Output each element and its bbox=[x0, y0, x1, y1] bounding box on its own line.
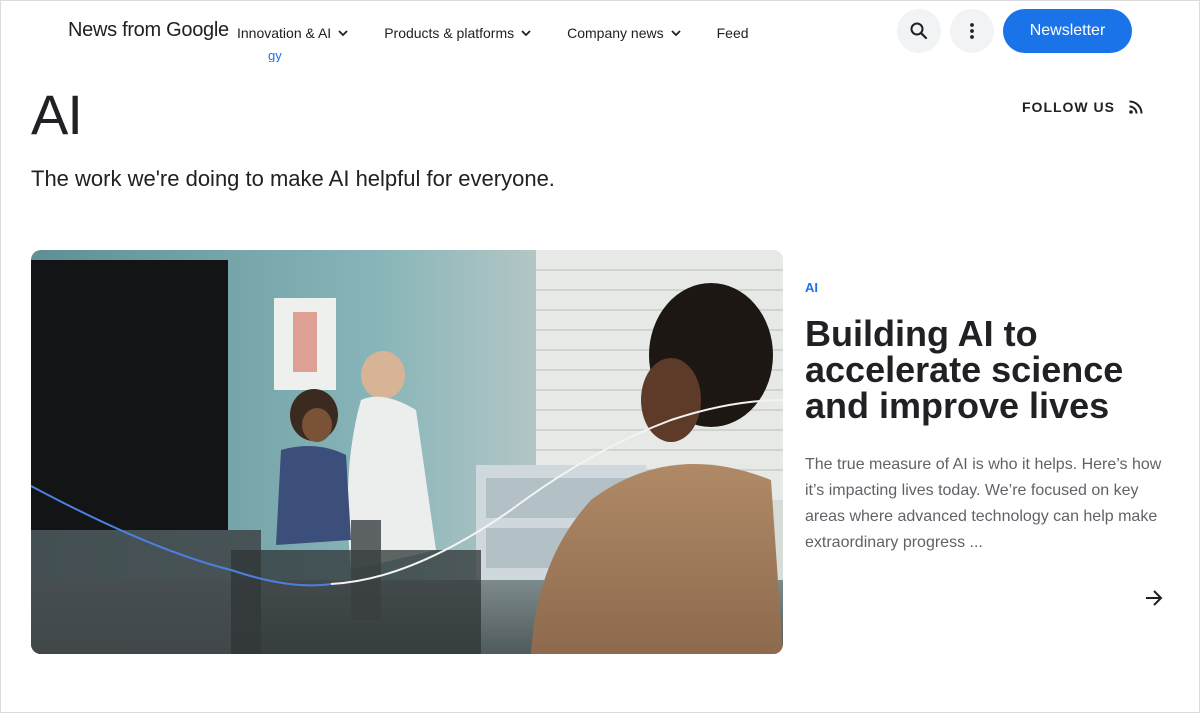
nav-feed[interactable]: Feed bbox=[717, 23, 749, 43]
page-title: AI bbox=[31, 83, 83, 146]
nav-innovation-ai[interactable]: Innovation & AI bbox=[237, 23, 349, 43]
more-options-button[interactable] bbox=[950, 9, 994, 53]
search-icon bbox=[910, 22, 928, 40]
nav-label: Innovation & AI bbox=[237, 25, 332, 41]
more-vertical-icon bbox=[970, 23, 974, 39]
breadcrumb[interactable]: gy bbox=[268, 48, 282, 62]
follow-us-link[interactable]: FOLLOW US bbox=[1022, 99, 1144, 115]
story-summary: The true measure of AI is who it helps. … bbox=[805, 456, 1162, 551]
search-button[interactable] bbox=[897, 9, 941, 53]
chevron-down-icon bbox=[338, 30, 348, 37]
clinic-scene-illustration bbox=[31, 250, 783, 654]
story-headline[interactable]: Building AI to accelerate science and im… bbox=[805, 316, 1175, 424]
nav-label: Products & platforms bbox=[384, 25, 515, 41]
nav-company-news[interactable]: Company news bbox=[567, 23, 682, 43]
site-logo[interactable]: News from Google bbox=[68, 19, 229, 42]
featured-story-image[interactable] bbox=[31, 250, 783, 654]
story-category-tag[interactable]: AI bbox=[805, 280, 818, 295]
arrow-right-icon[interactable] bbox=[1143, 587, 1165, 609]
nav-label: Feed bbox=[716, 25, 749, 41]
nav-products-platforms[interactable]: Products & platforms bbox=[384, 23, 532, 43]
chevron-down-icon bbox=[521, 30, 531, 37]
nav-label: Company news bbox=[567, 25, 664, 41]
newsletter-button[interactable]: Newsletter bbox=[1003, 9, 1132, 53]
follow-us-label: FOLLOW US bbox=[1022, 99, 1115, 115]
site-header: News from Google Innovation & AI Product… bbox=[0, 0, 1200, 64]
page-subtitle: The work we're doing to make AI helpful … bbox=[31, 166, 555, 191]
rss-icon bbox=[1129, 100, 1143, 114]
main-nav: Innovation & AI Products & platforms Com… bbox=[237, 23, 749, 43]
chevron-down-icon bbox=[670, 30, 681, 37]
